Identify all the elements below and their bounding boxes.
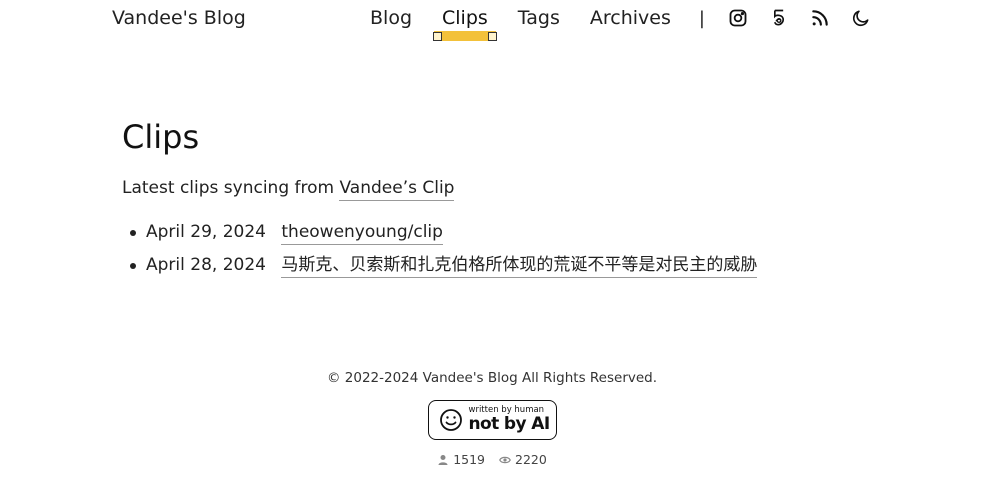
nav-clips-label: Clips <box>442 7 488 29</box>
clip-link[interactable]: 马斯克、贝索斯和扎克伯格所体现的荒诞不平等是对民主的威胁 <box>281 255 758 278</box>
intro-text: Latest clips syncing from Vandee’s Clip <box>122 178 882 201</box>
badge-text: written by human not by AI <box>468 406 551 434</box>
clip-link[interactable]: theowenyoung/clip <box>281 222 443 245</box>
visitor-count: 1519 <box>437 452 485 467</box>
view-count-value: 2220 <box>515 452 547 467</box>
visitor-count-value: 1519 <box>453 452 485 467</box>
nav-blog[interactable]: Blog <box>370 5 412 31</box>
rss-icon[interactable] <box>809 7 831 29</box>
user-icon <box>438 454 448 465</box>
nav-archives[interactable]: Archives <box>590 5 671 31</box>
clip-list: April 29, 2024 theowenyoung/clip April 2… <box>122 220 882 278</box>
clip-date: April 28, 2024 <box>146 255 266 275</box>
list-item: April 29, 2024 theowenyoung/clip <box>130 220 882 245</box>
highlight-handle-left <box>433 32 442 41</box>
view-count: 2220 <box>499 452 547 467</box>
copyright-text: © 2022-2024 Vandee's Blog All Rights Res… <box>326 370 658 386</box>
nav-separator: | <box>698 7 705 29</box>
main-nav: Blog Clips Tags Archives | <box>370 5 891 41</box>
intro-label: Latest clips syncing from <box>122 178 335 198</box>
main-content: Clips Latest clips syncing from Vandee’s… <box>122 118 882 286</box>
instagram-icon[interactable] <box>727 7 749 29</box>
nav-clips[interactable]: Clips <box>433 5 497 41</box>
five-hundred-px-icon[interactable] <box>768 7 790 29</box>
smiley-icon <box>439 409 462 431</box>
dark-mode-moon-icon[interactable] <box>850 7 872 29</box>
nav-tags[interactable]: Tags <box>518 5 560 31</box>
clip-date: April 29, 2024 <box>146 222 266 242</box>
list-item: April 28, 2024 马斯克、贝索斯和扎克伯格所体现的荒诞不平等是对民主… <box>130 253 882 278</box>
site-stats: 1519 2220 <box>0 452 984 467</box>
page: Vandee's Blog Blog Clips Tags Archives | <box>0 0 984 485</box>
active-nav-highlight <box>434 31 496 41</box>
vandees-clip-link[interactable]: Vandee’s Clip <box>339 178 455 201</box>
page-title: Clips <box>122 118 200 156</box>
not-by-ai-badge[interactable]: written by human not by AI <box>427 400 557 440</box>
highlight-handle-right <box>487 32 497 41</box>
site-title-link[interactable]: Vandee's Blog <box>112 7 246 29</box>
eye-icon <box>499 456 511 463</box>
badge-big-text: not by AI <box>468 414 551 434</box>
footer: © 2022-2024 Vandee's Blog All Rights Res… <box>0 370 984 467</box>
